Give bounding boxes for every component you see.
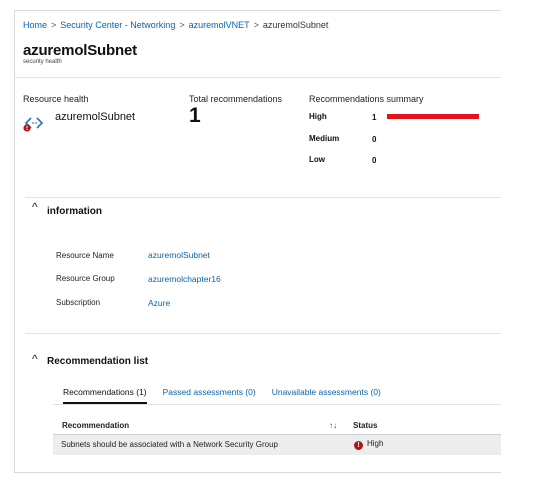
sort-icon[interactable]: ↑↓ (329, 421, 337, 430)
breadcrumb-security-center[interactable]: Security Center - Networking (60, 20, 175, 30)
tab-divider (53, 404, 501, 405)
column-header-recommendation[interactable]: Recommendation (62, 421, 129, 430)
info-value-resource-group[interactable]: azuremolchapter16 (148, 274, 221, 284)
error-icon: ! (354, 441, 363, 450)
severity-medium-value: 0 (372, 135, 377, 144)
info-label-subscription: Subscription (56, 298, 101, 307)
recommendation-text: Subnets should be associated with a Netw… (61, 440, 279, 449)
tab-unavailable-assessments[interactable]: Unavailable assessments (0) (272, 387, 381, 397)
status-cell: ! High (354, 439, 383, 450)
tab-recommendations[interactable]: Recommendations (1) (63, 387, 147, 404)
tab-bar: Recommendations (1) Passed assessments (0… (63, 387, 381, 404)
breadcrumb-separator: > (179, 20, 185, 30)
info-value-subscription[interactable]: Azure (148, 298, 170, 308)
page-subtitle: security health (23, 59, 62, 65)
breadcrumb-home[interactable]: Home (23, 20, 47, 30)
severity-high-value: 1 (372, 113, 377, 122)
resource-health-label: Resource health (23, 94, 89, 104)
severity-low-label: Low (309, 155, 325, 164)
table-row[interactable]: Subnets should be associated with a Netw… (53, 435, 501, 455)
breadcrumb-separator: > (51, 20, 57, 30)
header-divider (15, 77, 501, 78)
severity-high-label: High (309, 112, 327, 121)
security-health-blade: Home > Security Center - Networking > azurem… (14, 10, 501, 473)
section-divider (25, 197, 501, 198)
severity-high-bar (387, 114, 479, 119)
section-divider (25, 333, 501, 334)
error-badge-icon (23, 124, 31, 132)
column-header-status[interactable]: Status (353, 421, 377, 430)
breadcrumb-separator: > (253, 20, 259, 30)
page-title: azuremolSubnet (23, 42, 137, 59)
collapse-caret-icon[interactable]: ^ (32, 352, 38, 366)
info-label-resource-group: Resource Group (56, 274, 115, 283)
status-text: High (367, 439, 384, 448)
severity-low-value: 0 (372, 156, 377, 165)
total-recommendations-count: 1 (189, 104, 201, 127)
info-label-resource-name: Resource Name (56, 251, 114, 260)
recommendations-summary-label: Recommendations summary (309, 94, 424, 104)
subnet-icon (23, 117, 44, 132)
breadcrumb-current: azuremolSubnet (262, 20, 329, 30)
total-recommendations-label: Total recommendations (189, 94, 283, 104)
info-value-resource-name[interactable]: azuremolSubnet (148, 250, 210, 260)
severity-medium-label: Medium (309, 134, 340, 143)
breadcrumb: Home > Security Center - Networking > azurem… (23, 20, 328, 30)
breadcrumb-vnet[interactable]: azuremolVNET (189, 20, 250, 30)
resource-name: azuremolSubnet (55, 111, 136, 123)
collapse-caret-icon[interactable]: ^ (32, 200, 38, 214)
tab-passed-assessments[interactable]: Passed assessments (0) (163, 387, 256, 397)
recommendation-list-title: Recommendation list (47, 356, 149, 367)
information-section-title: information (47, 206, 102, 217)
